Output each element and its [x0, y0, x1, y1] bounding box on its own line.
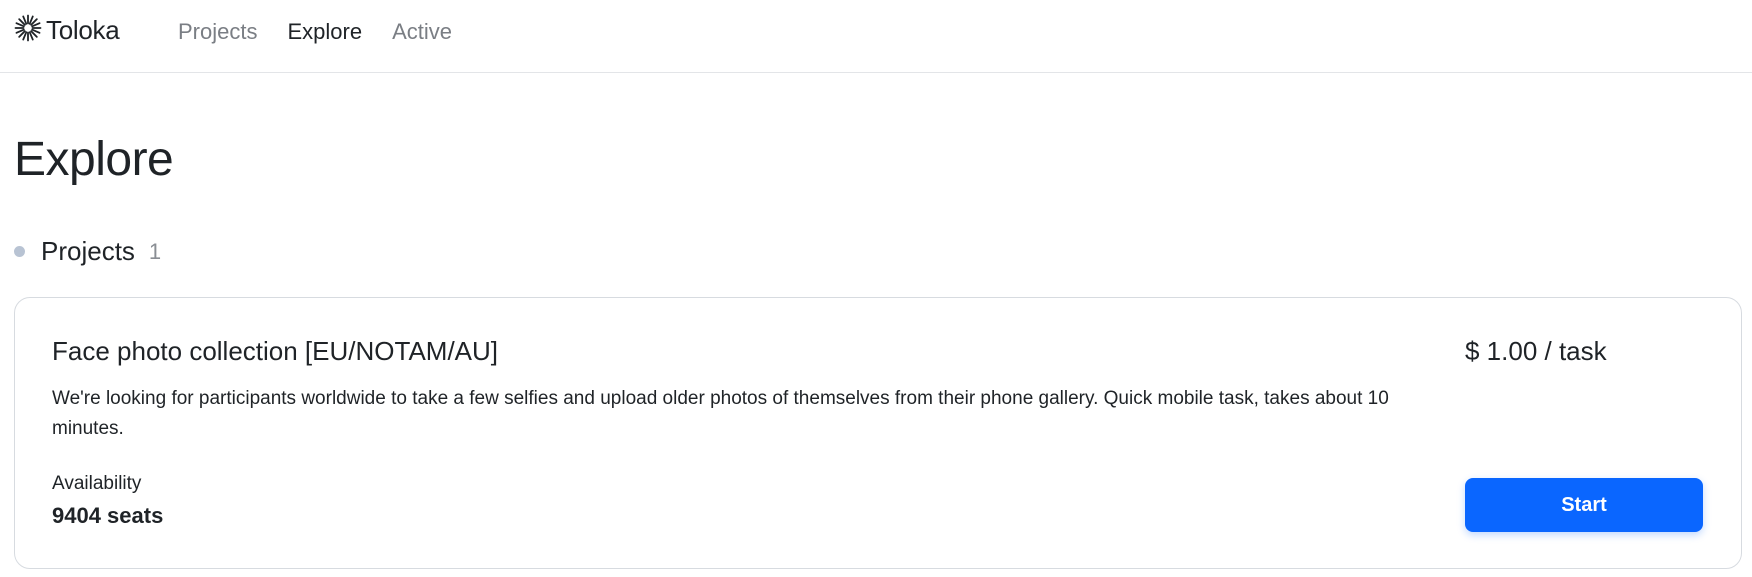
project-card[interactable]: Face photo collection [EU/NOTAM/AU] We'r…	[14, 297, 1742, 569]
top-navigation-bar: Toloka Projects Explore Active	[0, 0, 1752, 73]
section-count: 1	[148, 238, 162, 264]
page-title: Explore	[14, 133, 174, 186]
toloka-sunburst-icon	[14, 14, 42, 47]
logo[interactable]: Toloka	[14, 14, 120, 47]
project-price: $ 1.00 / task	[1465, 336, 1607, 366]
availability-label: Availability	[52, 473, 142, 494]
availability-value: 9404 seats	[52, 503, 164, 528]
section-bullet-icon	[14, 246, 25, 257]
nav-projects[interactable]: Projects	[178, 17, 257, 47]
start-button[interactable]: Start	[1465, 478, 1703, 532]
projects-section-header: Projects 1	[14, 236, 161, 267]
nav-active[interactable]: Active	[392, 17, 452, 47]
logo-text: Toloka	[46, 14, 120, 45]
nav-explore[interactable]: Explore	[287, 17, 362, 47]
project-title: Face photo collection [EU/NOTAM/AU]	[52, 336, 499, 366]
section-title: Projects	[41, 236, 135, 266]
main-nav: Projects Explore Active	[178, 17, 482, 47]
project-description: We're looking for participants worldwide…	[52, 388, 1389, 439]
